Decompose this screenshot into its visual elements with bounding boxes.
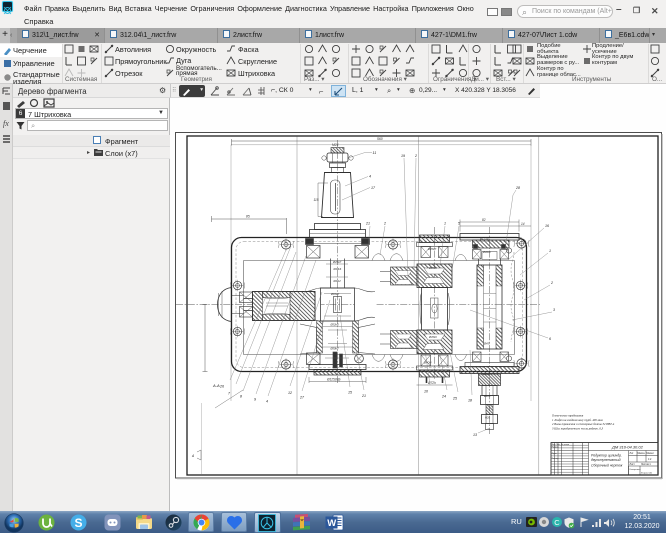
svg-text:24: 24 xyxy=(441,395,446,399)
svg-text:Ø40k6: Ø40k6 xyxy=(333,267,342,271)
svg-text:fx: fx xyxy=(3,119,9,128)
svg-text:16: 16 xyxy=(545,224,549,228)
svg-text:Сборочный чертеж: Сборочный чертеж xyxy=(591,464,623,468)
svg-text:10: 10 xyxy=(424,390,428,394)
svg-text:Ø50H7: Ø50H7 xyxy=(330,347,340,351)
svg-text:А: А xyxy=(191,454,194,458)
svg-text:1: 1 xyxy=(444,222,446,226)
svg-text:S: S xyxy=(75,516,83,530)
svg-text:6: 6 xyxy=(549,337,551,341)
svg-text:ДМ 310-04.30.02: ДМ 310-04.30.02 xyxy=(611,445,644,450)
svg-text:Ø1.7JS: Ø1.7JS xyxy=(479,237,489,241)
svg-text:4: 4 xyxy=(266,400,268,404)
svg-text:Формат А1: Формат А1 xyxy=(641,472,653,475)
svg-text:Ø72h: Ø72h xyxy=(427,381,436,385)
svg-text:2: 2 xyxy=(383,222,386,226)
svg-text:15: 15 xyxy=(348,391,352,395)
svg-text:M20: M20 xyxy=(485,416,491,420)
svg-text:12: 12 xyxy=(288,391,292,395)
svg-text:2: 2 xyxy=(550,281,553,285)
svg-text:Ø40/H: Ø40/H xyxy=(482,250,491,254)
svg-text:1: 1 xyxy=(549,249,551,253)
svg-text:14: 14 xyxy=(521,222,525,226)
svg-text:двухступенчатый: двухступенчатый xyxy=(591,458,621,462)
svg-text:Изм Лист № докум: Изм Лист № докум xyxy=(552,443,570,446)
svg-text:Ø40sf: Ø40sf xyxy=(333,279,341,283)
svg-text:Ø42H: Ø42H xyxy=(482,372,490,376)
svg-text:Листов 1: Листов 1 xyxy=(641,463,651,466)
svg-text:Пров.: Пров. xyxy=(552,453,558,455)
svg-text:82: 82 xyxy=(482,218,486,222)
svg-text:А-А: А-А xyxy=(212,383,220,388)
svg-text:Ø125(h9): Ø125(h9) xyxy=(326,378,340,382)
svg-text:2: 2 xyxy=(414,154,417,158)
svg-text:W: W xyxy=(327,518,336,529)
svg-text:Масшт: Масшт xyxy=(647,452,655,455)
svg-text:Ø35k6: Ø35k6 xyxy=(428,335,437,339)
svg-text:4: 4 xyxy=(369,175,371,179)
svg-text:9: 9 xyxy=(254,398,256,402)
svg-text:19: 19 xyxy=(401,154,405,158)
svg-text:28: 28 xyxy=(515,186,520,190)
svg-text:25: 25 xyxy=(452,397,457,401)
svg-text:3: 3 xyxy=(553,308,555,312)
svg-text:Ø4OH: Ø4OH xyxy=(423,361,431,365)
svg-text:18: 18 xyxy=(468,399,472,403)
svg-text:560: 560 xyxy=(377,137,383,141)
svg-text:13: 13 xyxy=(473,433,477,437)
svg-text:Разраб.: Разраб. xyxy=(552,447,560,449)
svg-text:26: 26 xyxy=(219,385,224,389)
svg-text:11: 11 xyxy=(373,151,377,155)
svg-text:Ø35k6: Ø35k6 xyxy=(428,266,437,270)
svg-text:Ø45H7: Ø45H7 xyxy=(332,260,342,264)
svg-text:М24: М24 xyxy=(332,143,339,147)
svg-text:Ø45f: Ø45f xyxy=(483,342,490,346)
svg-text:Ø28h: Ø28h xyxy=(483,394,491,398)
svg-text:115: 115 xyxy=(314,198,319,202)
svg-text:Копировал: Копировал xyxy=(630,469,642,471)
svg-text:Ø45H7: Ø45H7 xyxy=(427,247,437,251)
svg-text:5: 5 xyxy=(458,222,460,226)
svg-text:Ø65H7: Ø65H7 xyxy=(330,292,340,296)
svg-text:Редуктор цилиндр.: Редуктор цилиндр. xyxy=(591,454,622,458)
svg-text:21: 21 xyxy=(361,394,366,398)
svg-text:Ø52H5: Ø52H5 xyxy=(330,323,340,327)
svg-text:Масса: Масса xyxy=(638,452,646,455)
svg-text:Т.контр.: Т.контр. xyxy=(552,458,560,460)
svg-text:Лист: Лист xyxy=(630,463,636,466)
svg-text:8: 8 xyxy=(240,395,242,399)
svg-text:C: C xyxy=(554,518,560,527)
svg-text:21: 21 xyxy=(365,222,370,226)
svg-text:85: 85 xyxy=(246,215,250,219)
